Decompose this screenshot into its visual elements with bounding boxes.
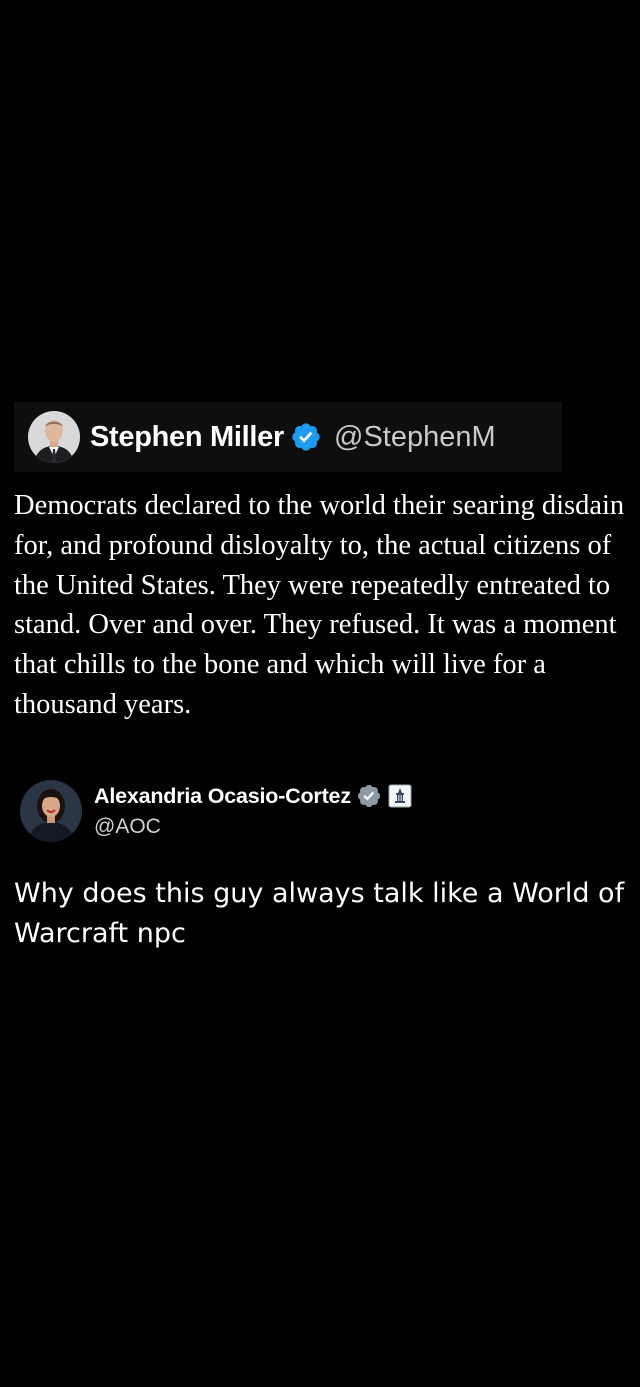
author-handle[interactable]: @StephenM	[334, 421, 496, 454]
verified-badge-icon	[356, 783, 382, 809]
author-name[interactable]: Stephen Miller	[90, 421, 284, 454]
government-affiliation-icon[interactable]	[388, 784, 412, 808]
reply-author-header: Alexandria Ocasio-Cortez @AOC	[20, 780, 520, 844]
reply-author-handle[interactable]: @AOC	[94, 815, 161, 839]
post-text: Democrats declared to the world their se…	[14, 490, 625, 720]
post-author-header: Stephen Miller @StephenM	[14, 402, 562, 472]
verified-badge-icon	[290, 421, 322, 453]
reply-text: Why does this guy always talk like a Wor…	[14, 878, 625, 949]
reply-author-name[interactable]: Alexandria Ocasio-Cortez	[94, 784, 351, 809]
reply-name-row: Alexandria Ocasio-Cortez	[94, 783, 412, 809]
reply-author-avatar[interactable]	[20, 780, 82, 842]
author-avatar[interactable]	[28, 411, 80, 463]
